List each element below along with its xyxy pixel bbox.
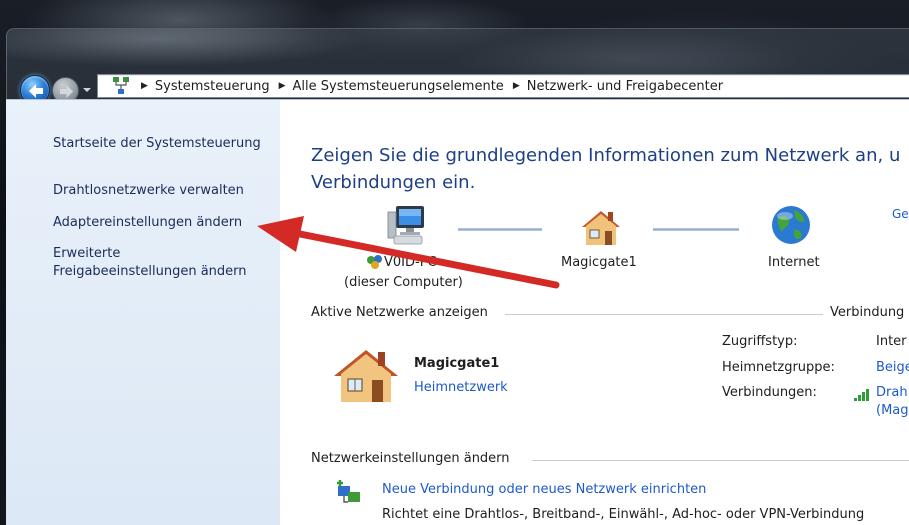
annotation-arrow-icon — [257, 216, 560, 289]
